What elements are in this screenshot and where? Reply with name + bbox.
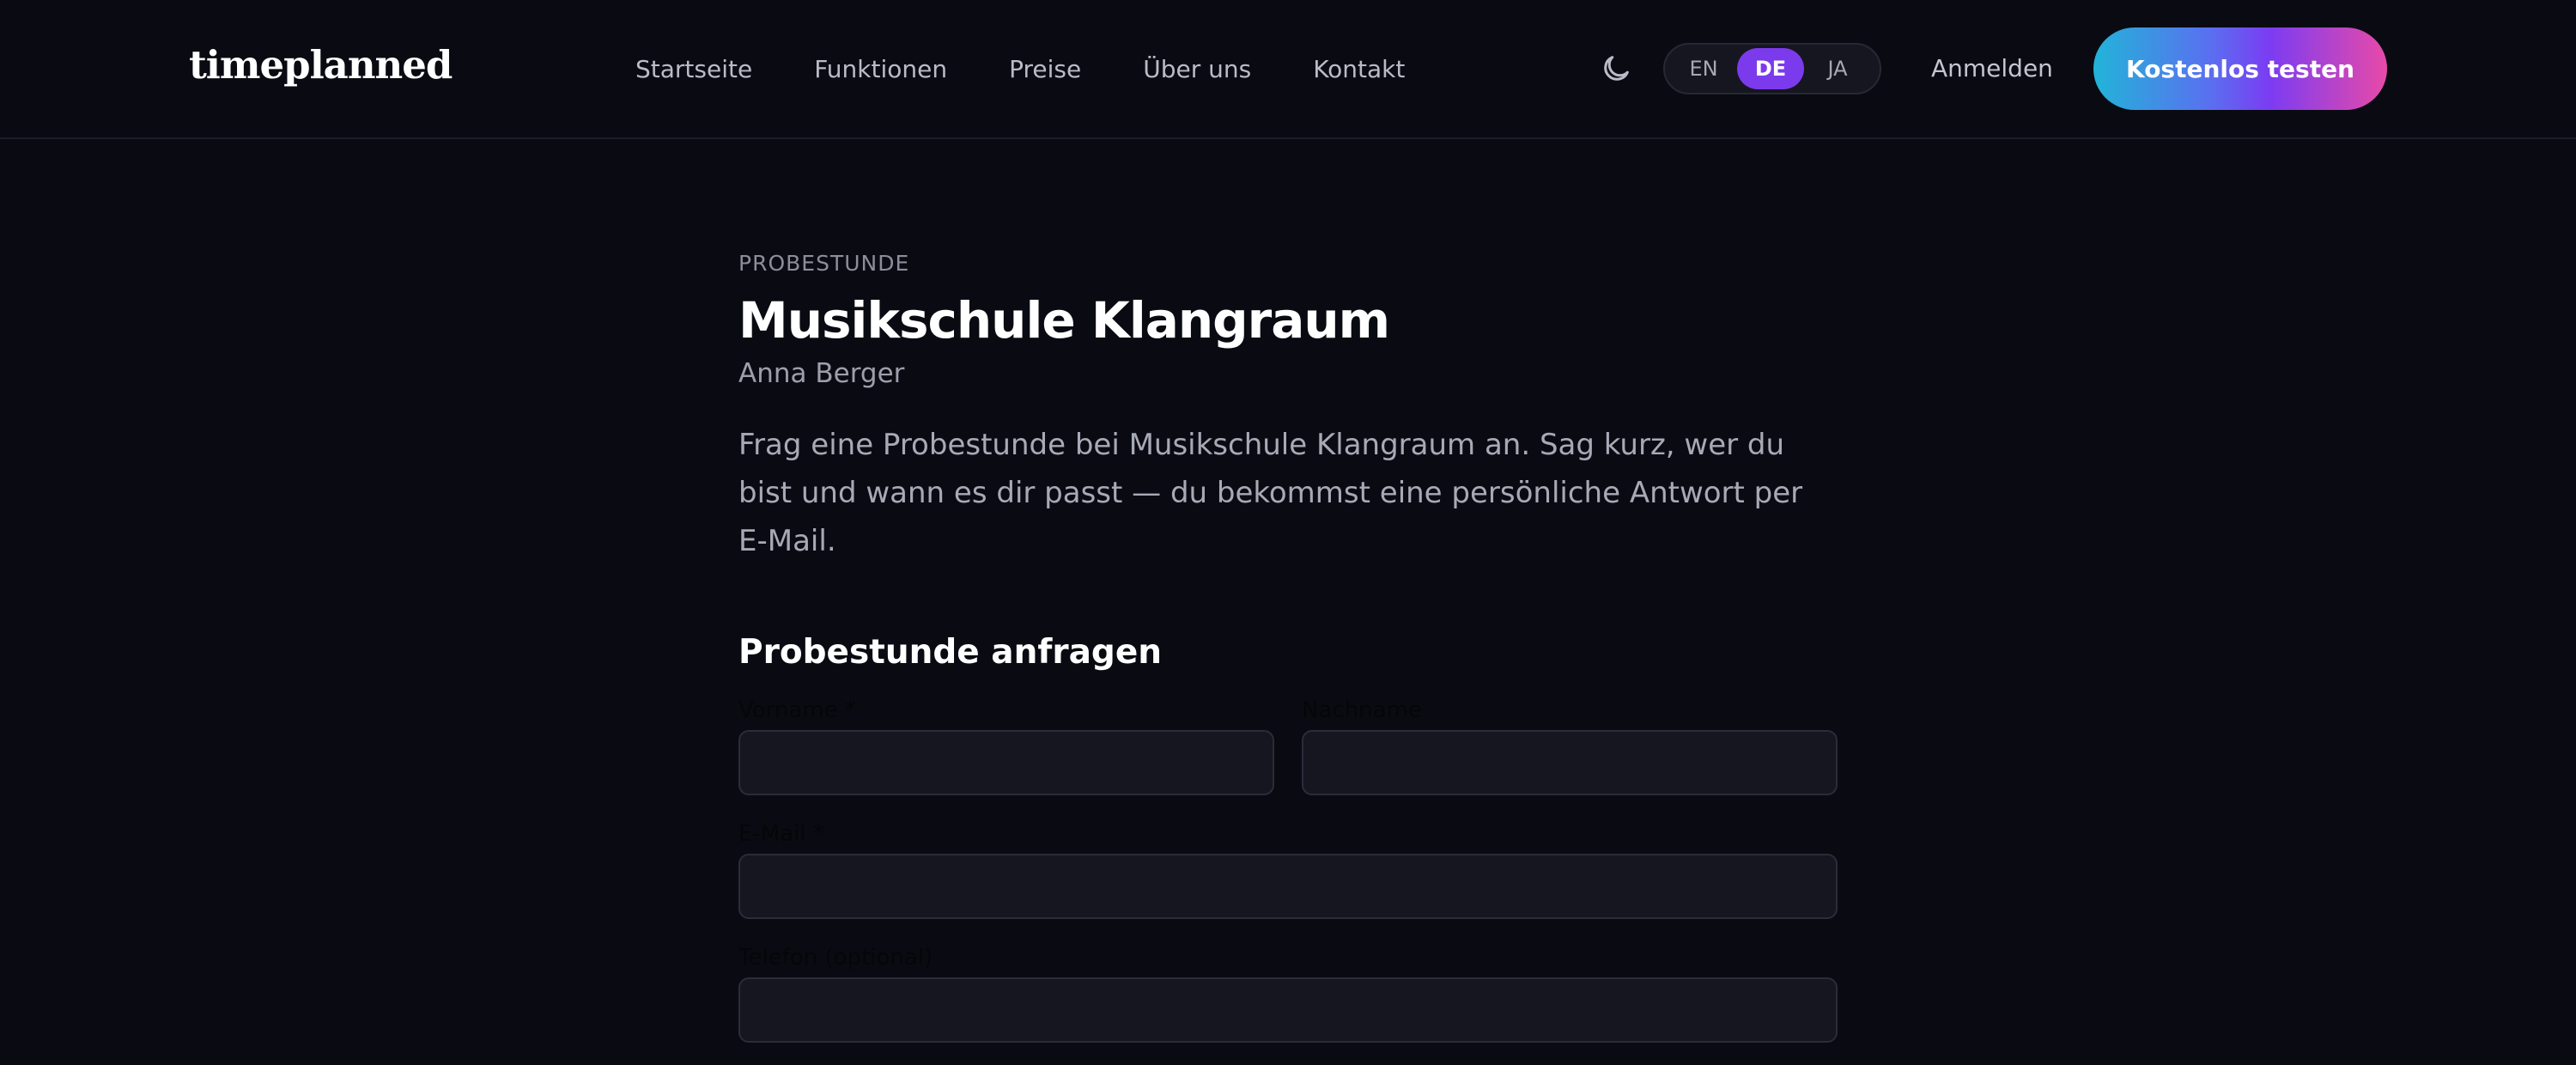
intro-text: Frag eine Probestunde bei Musikschule Kl… [738, 428, 1803, 558]
language-option-ja[interactable]: JA [1804, 48, 1871, 89]
nav-link-startseite[interactable]: Startseite [635, 55, 752, 83]
nav-link-ueber-uns[interactable]: Über uns [1143, 55, 1251, 83]
language-option-de[interactable]: DE [1737, 48, 1804, 89]
free-trial-button[interactable]: Kostenlos testen [2093, 27, 2387, 110]
logo[interactable]: timeplanned [189, 40, 453, 91]
teacher-name: Anna Berger [738, 358, 905, 389]
nav-link-kontakt[interactable]: Kontakt [1313, 55, 1405, 83]
language-option-en[interactable]: EN [1670, 48, 1737, 89]
first-name-input[interactable] [738, 730, 1274, 795]
last-name-input[interactable] [1302, 730, 1838, 795]
phone-input[interactable] [738, 977, 1838, 1043]
phone-label: Telefon (optional) [738, 945, 933, 971]
login-link[interactable]: Anmelden [1931, 50, 2053, 88]
first-name-field: Vorname * [738, 697, 1274, 795]
last-name-field: Nachname [1302, 697, 1838, 795]
main-content: PROBESTUNDE Musikschule Klangraum Anna B… [738, 249, 1838, 1043]
site-header: timeplanned Startseite Funktionen Preise… [0, 0, 2576, 139]
phone-field: Telefon (optional) [738, 945, 1838, 1043]
form-title: Probestunde anfragen [738, 633, 1163, 672]
email-label: E-Mail * [738, 821, 824, 847]
eyebrow-label: PROBESTUNDE [738, 251, 910, 276]
name-row: Vorname * Nachname [738, 697, 1838, 795]
nav-link-funktionen[interactable]: Funktionen [814, 55, 947, 83]
page-title: Musikschule Klangraum [738, 291, 1390, 350]
first-name-label: Vorname * [738, 697, 856, 723]
email-input[interactable] [738, 854, 1838, 919]
email-field: E-Mail * [738, 821, 1838, 919]
nav-link-preise[interactable]: Preise [1009, 55, 1081, 83]
language-switcher: EN DE JA [1663, 43, 1881, 94]
moon-icon[interactable] [1599, 52, 1633, 86]
last-name-label: Nachname [1302, 697, 1422, 723]
main-nav: Startseite Funktionen Preise Über uns Ko… [635, 50, 1405, 88]
